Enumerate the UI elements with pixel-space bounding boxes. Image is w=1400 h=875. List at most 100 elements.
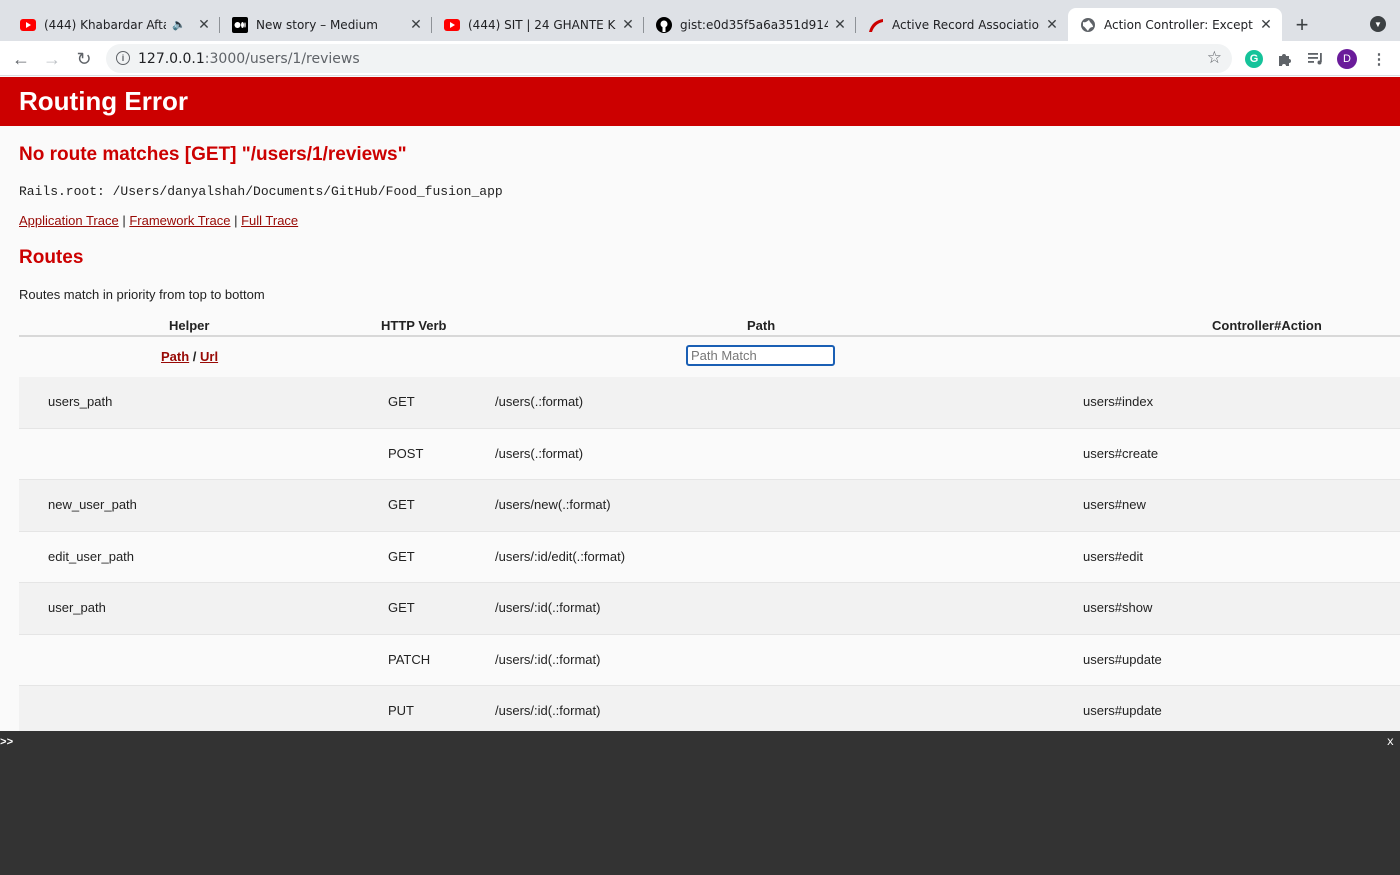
media-controls-icon[interactable] <box>1307 50 1325 68</box>
tab-title: Action Controller: Exceptio <box>1104 17 1254 32</box>
tab-title: (444) SIT | 24 GHANTE KI I <box>468 17 616 32</box>
table-row: PUT /users/:id(.:format) users#update <box>19 686 1400 738</box>
github-icon <box>656 16 672 33</box>
tab-title: (444) Khabardar Aftab <box>44 17 167 32</box>
close-tab-icon[interactable]: ✕ <box>620 16 636 33</box>
address-bar[interactable]: i 127.0.0.1:3000/users/1/reviews ☆ <box>106 44 1232 73</box>
rails-root-path: Rails.root: /Users/danyalshah/Documents/… <box>19 184 503 199</box>
forward-icon[interactable]: → <box>41 48 63 70</box>
back-icon[interactable]: ← <box>10 48 32 70</box>
row-action: users#edit <box>1083 548 1143 564</box>
header-http-verb: HTTP Verb <box>381 318 447 333</box>
row-verb: GET <box>388 497 415 512</box>
table-row: new_user_path GET /users/new(.:format) u… <box>19 480 1400 532</box>
tab-medium[interactable]: New story – Medium ✕ <box>220 8 432 41</box>
trace-links: Application Trace | Framework Trace | Fu… <box>19 213 298 228</box>
url-text[interactable]: 127.0.0.1:3000/users/1/reviews <box>138 51 360 67</box>
tab-title: New story – Medium <box>256 17 378 32</box>
tab-youtube-khabardar[interactable]: (444) Khabardar Aftab 🔈 ✕ <box>8 8 220 41</box>
framework-trace-link[interactable]: Framework Trace <box>129 213 230 228</box>
row-path: /users/:id/edit(.:format) <box>495 548 626 564</box>
trace-separator: | <box>230 213 242 228</box>
url-path: :3000/users/1/reviews <box>204 51 360 67</box>
profile-avatar[interactable]: D <box>1337 49 1357 69</box>
row-helper: new_user_path <box>48 497 137 512</box>
row-action: users#update <box>1083 703 1162 718</box>
console-close-button[interactable]: x <box>1387 735 1394 749</box>
tab-action-controller[interactable]: Action Controller: Exceptio ✕ <box>1068 8 1282 41</box>
row-helper: users_path <box>48 394 113 409</box>
header-controller-action: Controller#Action <box>1212 318 1322 333</box>
routes-filter-row: Path / Url <box>19 337 1400 377</box>
row-action: users#update <box>1083 651 1162 667</box>
extensions-puzzle-icon[interactable] <box>1276 50 1294 68</box>
kebab-menu-icon[interactable]: ⋮ <box>1370 50 1388 68</box>
browser-toolbar: ← → ↻ i 127.0.0.1:3000/users/1/reviews ☆… <box>0 41 1400 76</box>
url-toggle-link[interactable]: Url <box>200 349 218 364</box>
routes-subtitle: Routes match in priority from top to bot… <box>19 287 265 302</box>
error-header-banner: Routing Error <box>0 77 1400 126</box>
row-verb: GET <box>388 548 415 564</box>
row-action: users#index <box>1083 394 1154 409</box>
routes-heading: Routes <box>19 247 84 268</box>
routes-table-header: Helper HTTP Verb Path Controller#Action <box>19 312 1400 337</box>
page-title: Routing Error <box>19 86 188 116</box>
row-path: /users/:id(.:format) <box>495 703 601 718</box>
row-verb: POST <box>388 445 424 461</box>
close-tab-icon[interactable]: ✕ <box>1044 16 1060 33</box>
table-row: user_path GET /users/:id(.:format) users… <box>19 583 1400 635</box>
youtube-icon <box>444 17 460 33</box>
close-tab-icon[interactable]: ✕ <box>832 16 848 33</box>
row-path: /users/new(.:format) <box>495 497 611 512</box>
row-path: /users/:id(.:format) <box>495 600 601 615</box>
close-tab-icon[interactable]: ✕ <box>1258 16 1274 33</box>
rails-icon <box>868 17 884 33</box>
row-path: /users/:id(.:format) <box>495 651 601 667</box>
web-console[interactable]: >> x <box>0 731 1400 875</box>
tab-search-icon[interactable]: ▼ <box>1370 16 1386 32</box>
table-row: users_path GET /users(.:format) users#in… <box>19 377 1400 429</box>
site-info-icon[interactable]: i <box>116 51 130 65</box>
toggle-separator: / <box>189 349 201 364</box>
table-row: POST /users(.:format) users#create <box>19 428 1400 480</box>
speaker-icon[interactable]: 🔈 <box>172 18 186 31</box>
row-verb: GET <box>388 394 415 409</box>
globe-icon <box>1080 17 1096 33</box>
row-helper: edit_user_path <box>48 548 135 564</box>
header-path: Path <box>747 318 776 333</box>
routes-table: Helper HTTP Verb Path Controller#Action … <box>19 312 1400 738</box>
row-action: users#new <box>1083 497 1146 512</box>
tab-github-gist[interactable]: gist:e0d35f5a6a351d9145e ✕ <box>644 8 856 41</box>
console-prompt[interactable]: >> <box>0 737 13 749</box>
path-match-input[interactable] <box>686 345 835 366</box>
row-verb: PATCH <box>388 651 431 667</box>
tab-title: Active Record Associations <box>892 17 1040 32</box>
table-row: PATCH /users/:id(.:format) users#update <box>19 634 1400 686</box>
application-trace-link[interactable]: Application Trace <box>19 213 119 228</box>
row-verb: GET <box>388 600 415 615</box>
helper-toggle: Path / Url <box>161 349 218 364</box>
youtube-icon <box>20 17 36 33</box>
close-tab-icon[interactable]: ✕ <box>196 16 212 33</box>
tab-active-record[interactable]: Active Record Associations ✕ <box>856 8 1068 41</box>
tab-strip: (444) Khabardar Aftab 🔈 ✕ New story – Me… <box>0 0 1400 41</box>
table-row: edit_user_path GET /users/:id/edit(.:for… <box>19 531 1400 583</box>
close-tab-icon[interactable]: ✕ <box>408 16 424 33</box>
grammarly-icon[interactable]: G <box>1245 50 1263 68</box>
tab-youtube-sit[interactable]: (444) SIT | 24 GHANTE KI I ✕ <box>432 8 644 41</box>
medium-icon <box>232 16 248 33</box>
row-verb: PUT <box>388 703 414 718</box>
row-action: users#show <box>1083 600 1153 615</box>
full-trace-link[interactable]: Full Trace <box>241 213 298 228</box>
row-path: /users(.:format) <box>495 445 584 461</box>
url-host: 127.0.0.1 <box>138 51 205 67</box>
reload-icon[interactable]: ↻ <box>73 48 95 70</box>
row-helper: user_path <box>48 600 106 615</box>
header-helper: Helper <box>169 318 210 333</box>
path-toggle-link[interactable]: Path <box>161 349 189 364</box>
new-tab-button[interactable]: + <box>1290 12 1314 37</box>
error-message: No route matches [GET] "/users/1/reviews… <box>19 144 407 165</box>
bookmark-star-icon[interactable]: ☆ <box>1207 48 1222 68</box>
row-path: /users(.:format) <box>495 394 584 409</box>
row-action: users#create <box>1083 445 1159 461</box>
